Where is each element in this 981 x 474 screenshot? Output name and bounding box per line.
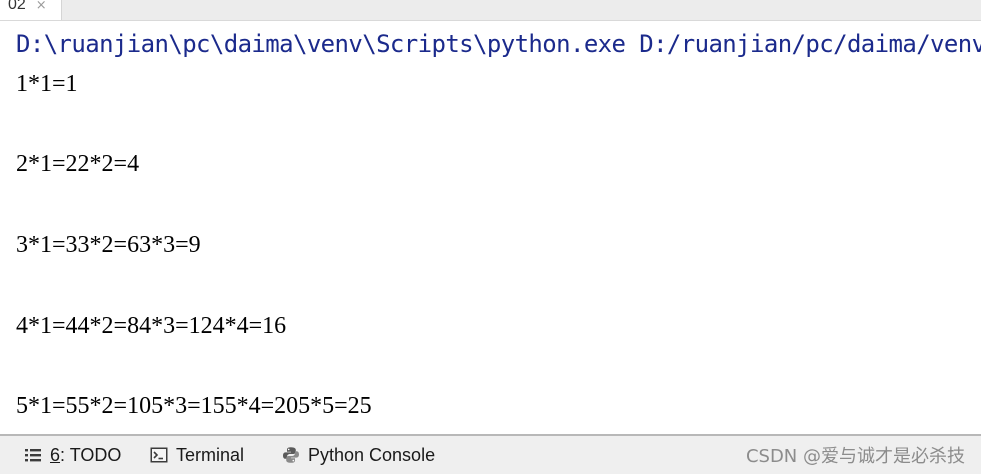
terminal-tool-button[interactable]: Terminal (150, 436, 244, 474)
terminal-label: Terminal (176, 444, 245, 465)
output-line: 4*1=44*2=84*3=124*4=16 (16, 313, 287, 339)
output-line: 3*1=33*2=63*3=9 (16, 232, 201, 258)
run-console-output[interactable]: D:\ruanjian\pc\daima\venv\Scripts\python… (0, 21, 981, 434)
todo-label-text: TODO (65, 444, 122, 465)
close-icon[interactable]: × (36, 0, 47, 13)
tool-window-bar: 6: TODO Terminal Python Console CSDN @爱与… (0, 434, 981, 474)
todo-label: 6: TODO (50, 445, 121, 466)
todo-shortcut-number: 6 (50, 444, 61, 465)
python-console-tool-button[interactable]: Python Console (282, 436, 435, 474)
run-tab[interactable]: 02 × (0, 0, 62, 20)
csdn-watermark: CSDN @爱与诚才是必杀技 (745, 446, 965, 467)
python-icon (282, 446, 300, 464)
python-console-label: Python Console (308, 444, 436, 465)
run-tab-bar: 02 × (0, 0, 981, 21)
terminal-icon (150, 446, 168, 464)
output-line: 5*1=55*2=105*3=155*4=205*5=25 (16, 393, 372, 419)
output-line: 2*1=22*2=4 (16, 151, 140, 177)
run-tab-label: 02 (8, 0, 26, 13)
output-line: 1*1=1 (16, 71, 78, 97)
list-icon (24, 446, 42, 464)
todo-tool-button[interactable]: 6: TODO (24, 436, 121, 474)
run-command-line: D:\ruanjian\pc\daima\venv\Scripts\python… (16, 30, 981, 58)
